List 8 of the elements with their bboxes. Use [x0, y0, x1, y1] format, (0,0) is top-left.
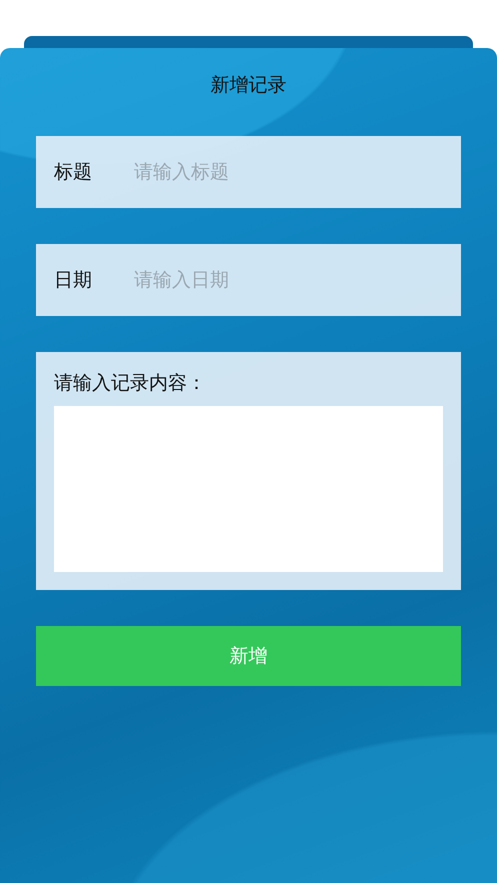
submit-button[interactable]: 新增 — [36, 626, 461, 686]
textarea-field[interactable] — [54, 406, 443, 572]
page-title: 新增记录 — [210, 73, 286, 98]
field-label: 日期 — [54, 268, 93, 293]
field-label: 标题 — [54, 160, 93, 185]
input-field[interactable]: 请输入日期 — [134, 269, 443, 291]
content-label: 请输入记录内容： — [54, 371, 207, 396]
input-field[interactable]: 请输入标题 — [134, 161, 443, 183]
